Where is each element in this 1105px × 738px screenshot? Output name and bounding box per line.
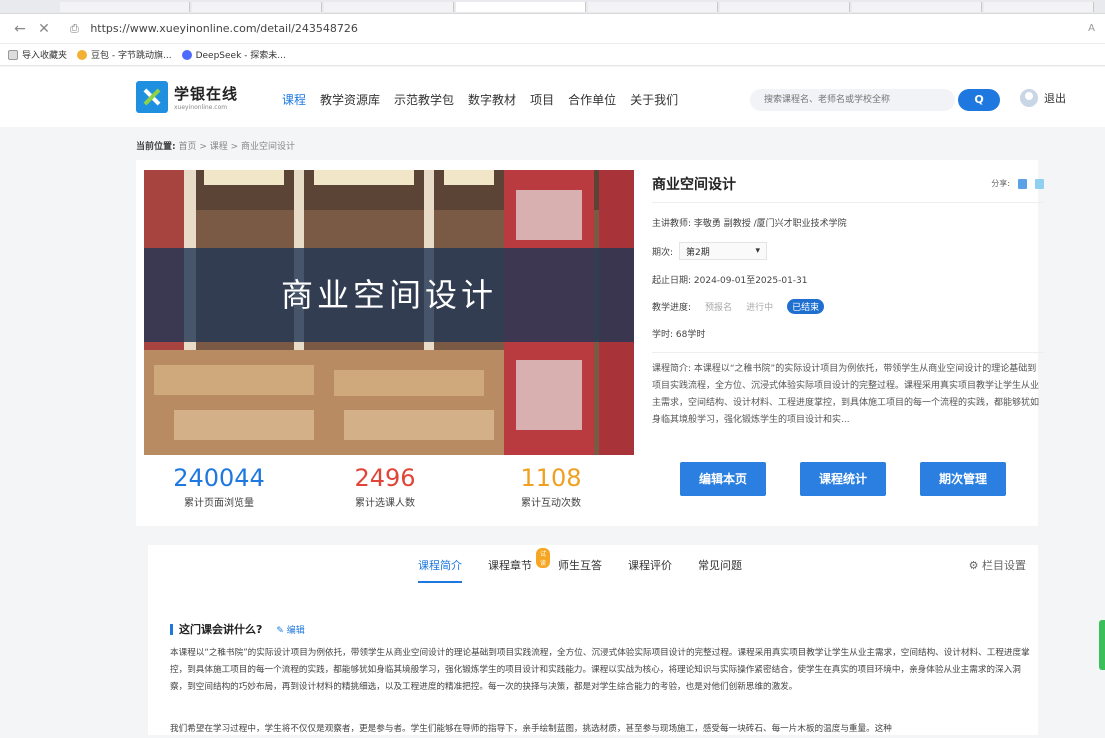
reader-mode-icon[interactable]: A [1088, 23, 1095, 34]
nav-item-demo-packages[interactable]: 示范教学包 [394, 91, 454, 108]
course-stats: 240044 累计页面浏览量 2496 累计选课人数 1108 累计互动次数 [136, 465, 634, 509]
course-intro: 课程简介: 本课程以“之稚书院”的实际设计项目为例依托，带领学生从商业空间设计的… [652, 352, 1044, 436]
course-cover-image: 商业空间设计 [144, 170, 634, 455]
stat-enrollments: 2496 累计选课人数 [302, 465, 468, 509]
back-icon[interactable]: ← [10, 21, 30, 37]
nav-item-resources[interactable]: 教学资源库 [320, 91, 380, 108]
site-header: 学银在线 xueyinonline.com 课程 教学资源库 示范教学包 数字教… [0, 67, 1105, 127]
share-wechat-icon[interactable] [1035, 178, 1044, 189]
deepseek-icon [181, 49, 192, 60]
nav-item-partners[interactable]: 合作单位 [568, 91, 616, 108]
section-bar-marker [170, 623, 173, 635]
user-area: 退出 [1020, 89, 1066, 107]
stat-page-views-value: 240044 [173, 464, 265, 492]
course-stats-button[interactable]: 课程统计 [800, 462, 886, 496]
section-title: 这门课会讲什么? [179, 623, 263, 636]
doubao-icon [77, 49, 88, 60]
nav-item-about[interactable]: 关于我们 [630, 91, 678, 108]
stat-interactions: 1108 累计互动次数 [468, 465, 634, 509]
breadcrumb-label: 当前位置: [136, 142, 176, 152]
content-panel: 课程简介 课程章节 试读 师生互答 课程评价 常见问题 ⚙ 栏目设置 这门课会讲… [148, 545, 1038, 735]
progress-label: 教学进度: [652, 303, 692, 313]
tab-faq[interactable]: 常见问题 [698, 557, 742, 583]
url-text[interactable]: https://www.xueyinonline.com/detail/2435… [90, 22, 358, 35]
column-settings-button[interactable]: ⚙ 栏目设置 [969, 557, 1026, 573]
site-logo[interactable]: 学银在线 xueyinonline.com [136, 81, 238, 113]
progress-row: 教学进度: 预报名 进行中 已结束 [652, 299, 1044, 314]
period-manage-button[interactable]: 期次管理 [920, 462, 1006, 496]
course-title: 商业空间设计 [652, 174, 1044, 203]
tab-reviews[interactable]: 课程评价 [628, 557, 672, 583]
trial-badge: 试读 [536, 548, 551, 568]
section-edit-link[interactable]: ✎ 编辑 [276, 623, 304, 636]
stat-page-views-label: 累计页面浏览量 [184, 498, 254, 509]
intro-paragraph-2: 我们希望在学习过程中，学生将不仅仅是观察者，更是参与者。学生们能够在导师的指导下… [170, 724, 892, 734]
stat-page-views: 240044 累计页面浏览量 [136, 465, 302, 509]
breadcrumb-path[interactable]: 首页 > 课程 > 商业空间设计 [178, 142, 295, 152]
bookmark-deepseek[interactable]: DeepSeek - 探索未... [181, 48, 286, 61]
nav-item-projects[interactable]: 项目 [530, 91, 554, 108]
dropdown-triangle-icon: ▾ [755, 246, 761, 256]
address-bar: ← ✕ ⎙ https://www.xueyinonline.com/detai… [0, 14, 1105, 44]
teacher-row: 主讲教师: 李敬勇 副教授 /厦门兴才职业技术学院 [652, 219, 847, 229]
logo-subtitle: xueyinonline.com [174, 104, 228, 111]
period-value: 第2期 [686, 247, 710, 258]
intro-paragraph-1: 本课程以“之稚书院”的实际设计项目为例依托，带领学生从商业空间设计的理论基础到项… [170, 648, 1030, 692]
progress-step-preenroll: 预报名 [705, 303, 733, 313]
course-info: 商业空间设计 分享: 主讲教师: 李敬勇 副教授 /厦门兴才职业技术学院 期次:… [652, 174, 1044, 436]
stat-interactions-label: 累计互动次数 [521, 498, 581, 509]
share-qzone-icon[interactable] [1018, 178, 1027, 189]
bookmark-doubao[interactable]: 豆包 - 字节跳动旗... [77, 48, 172, 61]
nav-item-courses[interactable]: 课程 [282, 91, 306, 108]
breadcrumb: 当前位置: 首页 > 课程 > 商业空间设计 [136, 139, 295, 152]
period-select[interactable]: 第2期 ▾ [679, 242, 768, 260]
logo-title: 学银在线 [174, 85, 239, 103]
tab-qa[interactable]: 师生互答 [558, 557, 602, 583]
avatar[interactable] [1020, 89, 1038, 107]
logo-mark-icon [136, 81, 168, 113]
main-nav: 课程 教学资源库 示范教学包 数字教材 项目 合作单位 关于我们 [282, 91, 692, 108]
cover-title: 商业空间设计 [280, 276, 497, 314]
search-button[interactable]: Q [958, 89, 1000, 111]
search-box: Q [750, 89, 1000, 111]
progress-step-finished: 已结束 [787, 299, 825, 314]
bookmark-import[interactable]: 导入收藏夹 [8, 48, 67, 61]
hours-row: 学时: 68学时 [652, 330, 706, 340]
share-bar: 分享: [991, 178, 1044, 189]
progress-step-ongoing: 进行中 [746, 303, 774, 313]
logout-link[interactable]: 退出 [1044, 90, 1066, 106]
tab-chapters[interactable]: 课程章节 试读 [488, 548, 551, 583]
bookmarks-bar: 导入收藏夹 豆包 - 字节跳动旗... DeepSeek - 探索未... [0, 44, 1105, 66]
edit-page-button[interactable]: 编辑本页 [680, 462, 766, 496]
site-info-icon[interactable]: ⎙ [70, 22, 79, 36]
period-row: 期次: 第2期 ▾ [652, 242, 1044, 260]
cover-title-band: 商业空间设计 [144, 248, 634, 342]
dates-row: 起止日期: 2024-09-01至2025-01-31 [652, 276, 808, 286]
nav-item-digital-textbooks[interactable]: 数字教材 [468, 91, 516, 108]
import-icon [8, 49, 18, 60]
tab-chapters-label: 课程章节 [488, 559, 532, 572]
side-feedback-tab[interactable] [1099, 620, 1105, 670]
close-icon[interactable]: ✕ [34, 21, 54, 37]
content-tabs: 课程简介 课程章节 试读 师生互答 课程评价 常见问题 [418, 548, 768, 583]
search-input[interactable] [750, 89, 955, 111]
tab-course-intro[interactable]: 课程简介 [418, 557, 462, 583]
url-field[interactable]: ⎙ https://www.xueyinonline.com/detail/24… [70, 22, 1088, 36]
period-label: 期次: [652, 247, 674, 258]
course-panel: 商业空间设计 240044 累计页面浏览量 2496 累计选课人数 1108 累… [136, 160, 1044, 526]
section-heading: 这门课会讲什么? ✎ 编辑 [170, 621, 305, 637]
share-label: 分享: [991, 179, 1010, 188]
stat-interactions-value: 1108 [520, 464, 582, 492]
stat-enrollments-label: 累计选课人数 [355, 498, 415, 509]
course-actions: 编辑本页 课程统计 期次管理 [680, 462, 1040, 496]
browser-tab-strip [0, 0, 1105, 14]
stat-enrollments-value: 2496 [354, 464, 416, 492]
